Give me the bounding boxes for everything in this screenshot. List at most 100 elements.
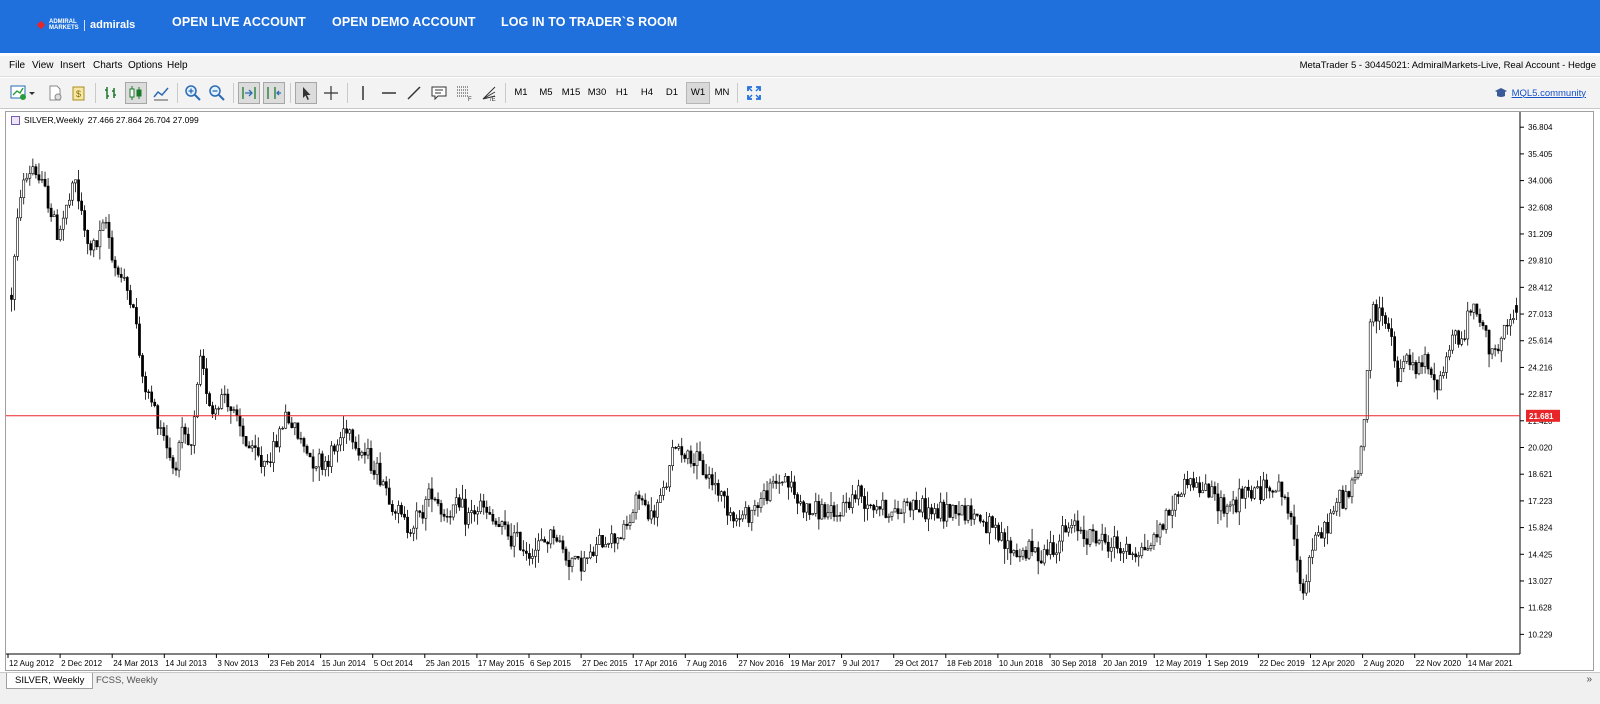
candle-body: [1378, 307, 1381, 322]
line-chart-icon: [153, 87, 169, 101]
candle-body: [1368, 321, 1372, 371]
candle-body: [1045, 549, 1049, 555]
zoom-in-button[interactable]: [182, 82, 204, 104]
autoscroll-button[interactable]: [238, 82, 260, 104]
mql5-community-link[interactable]: MQL5.community: [1494, 87, 1586, 99]
price-tick-label: 28.412: [1528, 283, 1553, 292]
candle-body: [969, 505, 973, 520]
candle-body: [284, 411, 288, 429]
open-demo-account-link[interactable]: OPEN DEMO ACCOUNT: [332, 15, 476, 29]
candle-body: [479, 500, 483, 513]
market-button[interactable]: $: [68, 82, 90, 104]
candle-body: [759, 498, 763, 508]
time-tick-label: 9 Jul 2017: [843, 659, 880, 668]
candle-body: [1253, 487, 1256, 499]
chart-window[interactable]: 36.804 35.405 34.006 32.608 31.209 29.810 28.4…: [5, 111, 1594, 671]
menu-charts[interactable]: Charts: [93, 60, 122, 71]
candlestick-button[interactable]: [125, 82, 147, 104]
tab-scroll-icon[interactable]: »: [1586, 674, 1592, 685]
candle-body: [716, 483, 720, 496]
candle-body: [1201, 490, 1205, 494]
timeframe-h1[interactable]: H1: [610, 82, 634, 104]
candle-body: [1280, 481, 1284, 498]
time-tick-label: 5 Oct 2014: [374, 659, 414, 668]
candle-body: [104, 221, 108, 224]
window-title: MetaTrader 5 - 30445021: AdmiralMarkets-…: [1299, 60, 1596, 71]
candle-body: [1472, 303, 1476, 313]
candle-body: [1277, 481, 1281, 492]
new-document-button[interactable]: [44, 82, 66, 104]
timeframe-m15[interactable]: M15: [558, 82, 584, 104]
bar-chart-button[interactable]: [100, 82, 122, 104]
candle-body: [649, 510, 653, 520]
timeframe-h4[interactable]: H4: [635, 82, 659, 104]
candle-body: [945, 504, 949, 522]
fibonacci-fan-button[interactable]: /E: [478, 82, 500, 104]
trendline-button[interactable]: [403, 82, 425, 104]
timeframe-m1[interactable]: M1: [509, 82, 533, 104]
price-chart[interactable]: 36.804 35.405 34.006 32.608 31.209 29.810 28.4…: [6, 112, 1593, 670]
candle-body: [470, 510, 473, 513]
candle-body: [884, 499, 888, 518]
candle-body: [403, 513, 406, 518]
fibonacci-grid-button[interactable]: F: [453, 82, 475, 104]
candle-body: [31, 166, 35, 174]
fullscreen-button[interactable]: [743, 82, 765, 104]
candle-body: [537, 540, 540, 551]
candle-body: [936, 508, 940, 519]
candle-body: [735, 518, 738, 522]
candle-body: [71, 182, 74, 201]
horizontal-line-button[interactable]: [378, 82, 400, 104]
candle-body: [311, 456, 315, 469]
candle-body: [150, 391, 154, 403]
candle-body: [400, 505, 403, 515]
candle-body: [1024, 549, 1028, 559]
candle-body: [598, 535, 601, 545]
time-tick-label: 2 Aug 2020: [1364, 659, 1405, 668]
timeframe-m5[interactable]: M5: [534, 82, 558, 104]
timeframe-m30[interactable]: M30: [584, 82, 610, 104]
crosshair-button[interactable]: [320, 82, 342, 104]
candle-body: [1106, 541, 1110, 552]
price-tick-label: 22.817: [1528, 390, 1553, 399]
candle-body: [1250, 490, 1253, 499]
chart-shift-button[interactable]: [263, 82, 285, 104]
admirals-logo[interactable]: ADMIRAL MARKETS admirals: [36, 16, 135, 34]
candle-body: [116, 267, 120, 275]
timeframe-mn[interactable]: MN: [710, 82, 734, 104]
timeframe-d1[interactable]: D1: [660, 82, 684, 104]
candle-body: [1271, 490, 1275, 493]
menu-view[interactable]: View: [32, 60, 54, 71]
candle-body: [1298, 559, 1302, 584]
menu-insert[interactable]: Insert: [60, 60, 85, 71]
line-chart-button[interactable]: [150, 82, 172, 104]
candle-body: [765, 490, 769, 501]
candle-body: [141, 355, 144, 377]
text-label-button[interactable]: [428, 82, 450, 104]
candle-body: [1274, 490, 1278, 493]
new-chart-button[interactable]: [8, 82, 38, 104]
vertical-line-button[interactable]: [352, 82, 374, 104]
candle-body: [850, 494, 854, 509]
menu-help[interactable]: Help: [167, 60, 188, 71]
traders-room-login-link[interactable]: LOG IN TO TRADER`S ROOM: [501, 15, 677, 29]
candle-body: [1396, 360, 1400, 382]
candle-body: [445, 516, 449, 518]
zoom-out-button[interactable]: [206, 82, 228, 104]
candle-body: [1170, 509, 1174, 516]
new-document-icon: [49, 85, 62, 101]
candle-body: [1426, 354, 1430, 370]
candle-body: [1515, 305, 1518, 313]
candle-body: [899, 512, 903, 515]
tab-fcss-weekly[interactable]: FCSS, Weekly: [88, 673, 166, 688]
candle-body: [1326, 521, 1329, 534]
candle-body: [1027, 540, 1031, 559]
cursor-button[interactable]: [295, 82, 317, 104]
menu-options[interactable]: Options: [128, 60, 162, 71]
price-tick-label: 24.216: [1528, 363, 1553, 372]
menu-file[interactable]: File: [9, 60, 25, 71]
tab-silver-weekly[interactable]: SILVER, Weekly: [6, 673, 94, 689]
open-live-account-link[interactable]: OPEN LIVE ACCOUNT: [172, 15, 306, 29]
timeframe-w1[interactable]: W1: [686, 82, 710, 104]
candle-body: [762, 490, 766, 499]
